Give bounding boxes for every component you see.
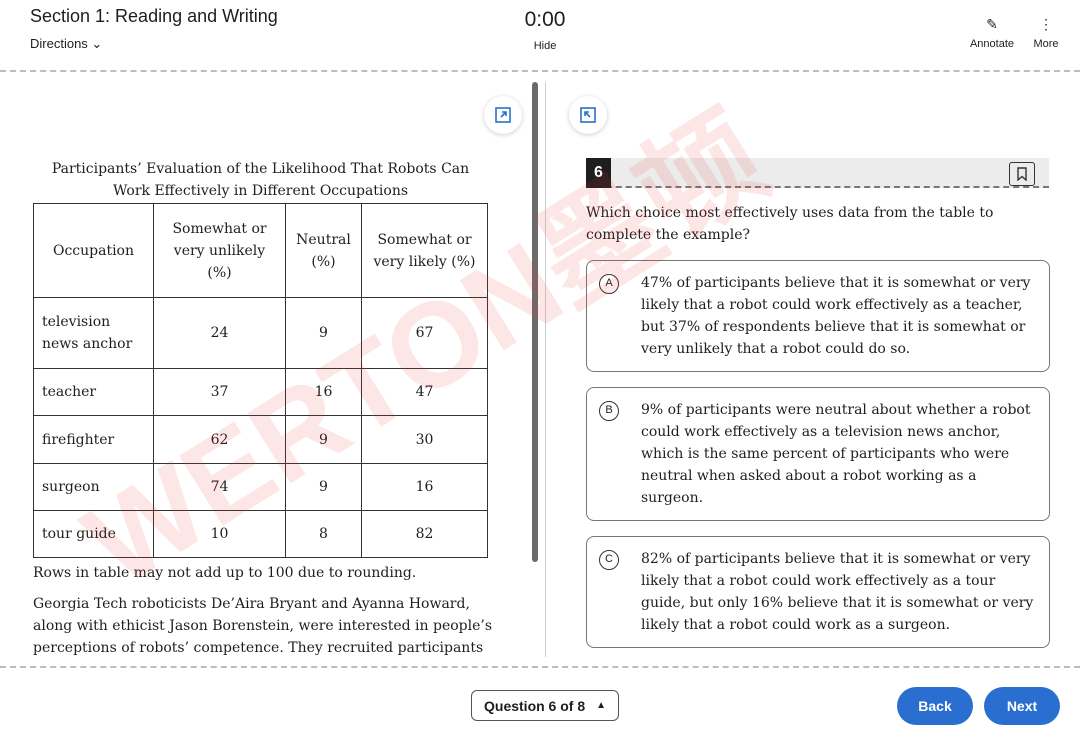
expand-question-button[interactable] (569, 96, 607, 134)
table-cell: 9 (285, 415, 362, 464)
question-navigator-button[interactable]: Question 6 of 8 ▲ (471, 690, 619, 721)
header-divider (0, 70, 1080, 72)
pane-divider (545, 82, 546, 657)
choice-letter: B (599, 401, 619, 421)
table-cell: 16 (361, 463, 488, 511)
table-row: teacher 37 16 47 (33, 368, 488, 416)
table-cell: tour guide (33, 510, 154, 558)
table-header-row: Occupation Somewhat or very unlikely (%)… (33, 203, 488, 298)
answer-choice-c[interactable]: C 82% of participants believe that it is … (586, 536, 1050, 648)
table-note: Rows in table may not add up to 100 due … (33, 565, 417, 581)
table-cell: 62 (153, 415, 286, 464)
section-title: Section 1: Reading and Writing (30, 6, 278, 26)
expand-icon (495, 107, 511, 123)
table-row: television news anchor 24 9 67 (33, 297, 488, 369)
table-cell: 9 (285, 297, 362, 369)
passage-text: Georgia Tech roboticists De’Aira Bryant … (33, 596, 493, 656)
annotate-button[interactable]: ✎ Annotate (966, 16, 1018, 50)
collapse-icon (580, 107, 596, 123)
table-cell: 82 (361, 510, 488, 558)
question-header: 6 (586, 158, 1049, 188)
question-prompt: Which choice most effectively uses data … (586, 205, 994, 243)
more-label: More (1033, 38, 1059, 50)
bookmark-icon (1017, 167, 1027, 181)
choice-letter: C (599, 550, 619, 570)
pane-resize-handle[interactable] (532, 82, 538, 562)
table-cell: teacher (33, 368, 154, 416)
table-row: tour guide 10 8 82 (33, 510, 488, 558)
pencil-icon: ✎ (986, 16, 998, 32)
table-cell: 10 (153, 510, 286, 558)
caret-up-icon: ▲ (596, 700, 606, 711)
question-nav-label: Question 6 of 8 (484, 697, 586, 714)
column-header: Somewhat or very likely (%) (361, 203, 488, 298)
table-cell: 37 (153, 368, 286, 416)
question-number: 6 (586, 158, 611, 188)
hide-timer-button[interactable]: Hide (500, 40, 590, 52)
chevron-down-icon: ⌄ (91, 36, 103, 51)
expand-passage-button[interactable] (484, 96, 522, 134)
table-cell: 16 (285, 368, 362, 416)
column-header: Neutral (%) (285, 203, 362, 298)
table-cell: television news anchor (33, 297, 154, 369)
data-table: Occupation Somewhat or very unlikely (%)… (33, 203, 488, 558)
answer-choice-a[interactable]: A 47% of participants believe that it is … (586, 260, 1050, 372)
table-cell: firefighter (33, 415, 154, 464)
choice-text: 9% of participants were neutral about wh… (641, 402, 1031, 506)
back-button[interactable]: Back (897, 687, 973, 725)
footer-divider (0, 666, 1080, 668)
answer-choice-b[interactable]: B 9% of participants were neutral about w… (586, 387, 1050, 521)
choice-text: 82% of participants believe that it is s… (641, 551, 1034, 633)
table-cell: 74 (153, 463, 286, 511)
table-cell: 30 (361, 415, 488, 464)
table-cell: 8 (285, 510, 362, 558)
more-button[interactable]: ⋮ More (1030, 16, 1062, 50)
table-row: surgeon 74 9 16 (33, 463, 488, 511)
table-row: firefighter 62 9 30 (33, 415, 488, 464)
annotate-label: Annotate (969, 38, 1015, 50)
column-header: Occupation (33, 203, 154, 298)
table-cell: 24 (153, 297, 286, 369)
table-cell: 9 (285, 463, 362, 511)
table-cell: 47 (361, 368, 488, 416)
directions-dropdown[interactable]: Directions ⌄ (30, 36, 102, 52)
column-header: Somewhat or very unlikely (%) (153, 203, 286, 298)
choice-text: 47% of participants believe that it is s… (641, 275, 1031, 357)
table-caption: Participants’ Evaluation of the Likeliho… (51, 161, 470, 199)
next-button[interactable]: Next (984, 687, 1060, 725)
header: Section 1: Reading and Writing Direction… (0, 0, 1080, 70)
timer: 0:00 (524, 8, 566, 31)
more-vertical-icon: ⋮ (1039, 16, 1053, 32)
choice-letter: A (599, 274, 619, 294)
table-cell: surgeon (33, 463, 154, 511)
mark-for-review-button[interactable] (1009, 162, 1035, 186)
table-cell: 67 (361, 297, 488, 369)
directions-label: Directions (30, 36, 88, 51)
